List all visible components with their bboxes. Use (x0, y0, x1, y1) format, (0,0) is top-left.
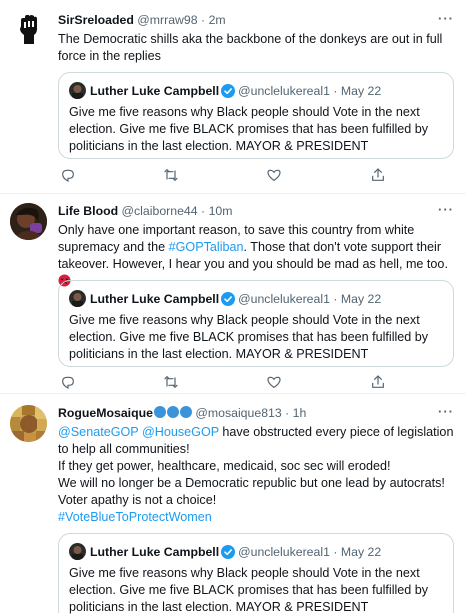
timestamp: May 22 (340, 84, 382, 98)
user-handle: @unclelukereal1 (238, 545, 330, 559)
tweet-card[interactable]: Life Blood @claiborne44 · 10m ··· Only h… (0, 194, 466, 394)
quote-header: Luther Luke Campbell @unclelukereal1 · Ma… (69, 290, 381, 308)
share-icon[interactable] (370, 167, 388, 185)
user-handle[interactable]: @mrraw98 (137, 13, 197, 27)
separator-dot: · (285, 406, 290, 420)
quoted-tweet[interactable]: Luther Luke Campbell @unclelukereal1 · Ma… (58, 72, 454, 159)
display-name[interactable]: Life Blood (58, 204, 118, 218)
tweet-header: RogueMosaique @mosaique813 · 1h ··· (58, 403, 454, 423)
retweet-icon[interactable] (163, 374, 181, 392)
tweet-card[interactable]: RogueMosaique @mosaique813 · 1h ··· @Sen… (0, 394, 466, 614)
verified-badge-icon (221, 292, 236, 306)
tweet-line: If they get power, healthcare, medicaid,… (58, 459, 391, 473)
mention-link[interactable]: @SenateGOP (58, 425, 138, 439)
reply-icon[interactable] (60, 374, 78, 392)
separator-dot: · (333, 84, 338, 98)
reply-icon[interactable] (60, 167, 78, 185)
tweet-header: SirSreloaded @mrraw98 · 2m ··· (58, 10, 454, 30)
wave-emoji-icon (153, 406, 166, 418)
tweet-card[interactable]: SirSreloaded @mrraw98 · 2m ··· The Democ… (0, 0, 466, 194)
hashtag-link[interactable]: #VoteBlueToProtectWomen (58, 510, 212, 524)
quote-text: Give me five reasons why Black people sh… (69, 313, 429, 361)
verified-badge-icon (221, 84, 236, 98)
user-handle: @unclelukereal1 (238, 84, 330, 98)
tweet-header: Life Blood @claiborne44 · 10m ··· (58, 201, 454, 221)
display-name[interactable]: RogueMosaique (58, 406, 153, 420)
quoted-tweet[interactable]: Luther Luke Campbell @unclelukereal1 · Ma… (58, 533, 454, 614)
quote-header: Luther Luke Campbell @unclelukereal1 · Ma… (69, 543, 381, 561)
share-icon[interactable] (370, 374, 388, 392)
wave-emoji-icon (179, 406, 192, 418)
action-bar (58, 374, 418, 392)
user-handle: @unclelukereal1 (238, 292, 330, 306)
timestamp: May 22 (340, 292, 382, 306)
quote-text: Give me five reasons why Black people sh… (69, 566, 429, 614)
tweet-line: #VoteBlueToProtectWomen (58, 509, 454, 526)
separator-dot: · (333, 292, 338, 306)
display-name: Luther Luke Campbell (90, 84, 220, 98)
separator-dot: · (201, 13, 206, 27)
display-name: Luther Luke Campbell (90, 292, 220, 306)
hashtag-link[interactable]: #GOPTaliban (169, 240, 244, 254)
action-bar (58, 167, 418, 185)
more-icon[interactable]: ··· (438, 10, 454, 27)
retweet-icon[interactable] (163, 167, 181, 185)
avatar[interactable] (10, 12, 47, 49)
timestamp[interactable]: 10m (209, 204, 233, 218)
separator-dot: · (201, 204, 206, 218)
display-name[interactable]: SirSreloaded (58, 13, 134, 27)
raised-fist-icon (10, 12, 47, 49)
mention-link[interactable]: @HouseGOP (142, 425, 219, 439)
more-icon[interactable]: ··· (438, 403, 454, 420)
tweet-text: @SenateGOP @HouseGOP have obstructed eve… (58, 424, 454, 526)
tweet-line: @SenateGOP @HouseGOP have obstructed eve… (58, 424, 454, 458)
verified-badge-icon (221, 545, 236, 559)
tweet-line: Voter apathy is not a choice! (58, 493, 217, 507)
tweet-text: The Democratic shills aka the backbone o… (58, 32, 443, 63)
like-icon[interactable] (266, 374, 284, 392)
avatar (69, 82, 86, 99)
quote-text: Give me five reasons why Black people sh… (69, 105, 429, 153)
avatar[interactable] (10, 203, 47, 240)
quoted-tweet[interactable]: Luther Luke Campbell @unclelukereal1 · Ma… (58, 280, 454, 367)
avatar (69, 543, 86, 560)
wave-emoji-icon (166, 406, 179, 418)
more-icon[interactable]: ··· (438, 201, 454, 218)
timestamp: May 22 (340, 545, 382, 559)
user-handle[interactable]: @mosaique813 (195, 406, 281, 420)
avatar[interactable] (10, 405, 47, 442)
tweet-line: We will no longer be a Democratic republ… (58, 476, 445, 490)
quote-header: Luther Luke Campbell @unclelukereal1 · Ma… (69, 82, 381, 100)
like-icon[interactable] (266, 167, 284, 185)
timestamp[interactable]: 1h (293, 406, 307, 420)
user-handle[interactable]: @claiborne44 (122, 204, 198, 218)
separator-dot: · (333, 545, 338, 559)
timestamp[interactable]: 2m (209, 13, 226, 27)
avatar (69, 290, 86, 307)
display-name: Luther Luke Campbell (90, 545, 220, 559)
